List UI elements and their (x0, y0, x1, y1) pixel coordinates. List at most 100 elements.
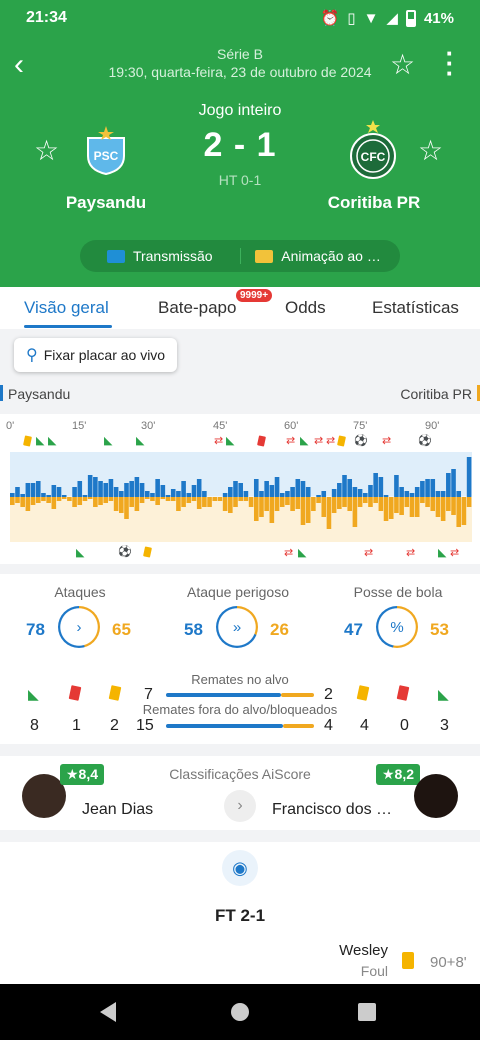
minute-label: 90' (425, 420, 440, 432)
away-pressure-bar (461, 497, 467, 525)
nav-home-icon[interactable] (231, 1003, 249, 1021)
away-pressure-bar (279, 497, 285, 507)
tab-odds[interactable]: Odds (285, 298, 326, 318)
away-pressure-bar (352, 497, 358, 527)
home-player-name[interactable]: Jean Dias (82, 801, 153, 819)
more-menu-icon[interactable]: · · · (440, 40, 460, 86)
yellow-card-icon (337, 435, 346, 449)
favorite-away-star-icon[interactable]: ☆ (418, 134, 443, 167)
tab-statistics[interactable]: Estatísticas (372, 298, 459, 318)
away-red-cards: 0 (400, 717, 409, 734)
home-crest-text: PSC (94, 149, 119, 163)
home-pressure-bar (368, 485, 373, 497)
away-pressure-bar (51, 497, 57, 509)
away-pressure-bar (124, 497, 129, 519)
pin-icon: ⚲ (26, 347, 38, 364)
away-pressure-bar (129, 497, 134, 507)
away-team-name[interactable]: Coritiba PR (306, 193, 442, 213)
away-crest-text: CFC (361, 150, 386, 164)
ratings-arrow-button[interactable]: › (224, 790, 256, 822)
home-pressure-bar (87, 475, 93, 497)
favorite-home-star-icon[interactable]: ☆ (34, 134, 59, 167)
home-pressure-bar (15, 487, 20, 497)
shots-off-home-bar (166, 724, 283, 728)
home-team-name[interactable]: Paysandu (40, 193, 172, 213)
away-team-crest[interactable]: CFC (348, 118, 398, 180)
home-yellow-cards: 2 (110, 717, 119, 734)
home-pressure-bar (451, 469, 456, 497)
nav-back-icon[interactable] (100, 1002, 116, 1022)
yellow-card-icon (143, 546, 152, 560)
timeline-home-label: Paysandu (8, 386, 71, 402)
home-pressure-bar (238, 483, 243, 497)
away-pressure-bar (440, 497, 446, 521)
away-pressure-bar (181, 497, 186, 507)
away-pressure-bar (98, 497, 103, 505)
away-pressure-bar (362, 497, 368, 503)
away-pressure-bar (61, 497, 67, 499)
home-pressure-bar (466, 457, 472, 497)
away-pressure-bar (155, 497, 160, 505)
yellow-card-icon (402, 952, 414, 969)
away-pressure-bar (15, 497, 20, 503)
home-pressure-bar (259, 491, 264, 497)
match-momentum-timeline[interactable]: 0' 15' 30' 45' 60' 75' 90' ◣ ◣ ◣ ◣ ⇄ ◣ ⇄… (0, 414, 480, 564)
shots-off-target-label: Remates fora do alvo/bloqueados (142, 702, 338, 717)
home-pressure-bar (51, 485, 57, 497)
red-card-icon (257, 435, 266, 449)
stream-button[interactable]: Transmissão (80, 248, 240, 264)
home-pressure-bar (191, 485, 197, 497)
home-pressure-bar (233, 481, 238, 497)
live-animation-button[interactable]: Animação ao vivo (239, 248, 401, 264)
away-pressure-bar (337, 497, 342, 509)
home-pressure-bar (20, 494, 25, 497)
home-red-card-icon (68, 685, 82, 705)
home-pressure-bar (425, 479, 430, 497)
home-pressure-bar (290, 487, 295, 497)
home-pressure-bar (295, 479, 301, 497)
away-pressure-bar (248, 497, 254, 507)
away-pressure-bar (139, 497, 145, 503)
home-pressure-bar (160, 485, 166, 497)
substitution-icon: ⇄ (314, 435, 324, 447)
away-shots-off-target: 4 (324, 717, 333, 734)
aiscore-ratings[interactable]: ★8,4 Jean Dias Classificações AiScore › … (0, 756, 480, 830)
tab-chat[interactable]: Bate-papo (158, 298, 236, 318)
home-pressure-bar (113, 487, 119, 497)
away-player-avatar[interactable] (414, 774, 458, 818)
home-team-crest[interactable]: PSC (84, 124, 128, 176)
away-player-name[interactable]: Francisco dos Santos (272, 801, 398, 819)
active-tab-indicator (24, 325, 112, 328)
corner-icon: ◣ (300, 435, 309, 447)
home-pressure-bar (342, 475, 347, 497)
final-score: FT 2-1 (214, 906, 266, 925)
away-pressure-bar (165, 497, 171, 501)
home-pressure-bar (305, 487, 311, 497)
away-pressure-bar (119, 497, 124, 513)
corner-icon: ◣ (76, 547, 85, 559)
away-pressure-bar (321, 497, 327, 517)
away-pressure-bar (456, 497, 462, 527)
goal-icon: ⚽ (354, 435, 368, 447)
away-yellow-cards: 4 (360, 717, 369, 734)
away-pressure-bar (316, 497, 321, 503)
away-pressure-bar (134, 497, 140, 511)
tab-overview[interactable]: Visão geral (24, 298, 109, 318)
away-pressure-bar (451, 497, 456, 515)
pin-live-score-button[interactable]: ⚲ Fixar placar ao vivo (14, 338, 178, 372)
away-pressure-bar (404, 497, 410, 507)
home-pressure-bar (82, 495, 88, 497)
home-pressure-bar (129, 481, 134, 497)
vibrate-icon: ▯ (347, 10, 356, 27)
favorite-match-star-icon[interactable]: ☆ (390, 48, 415, 81)
shots-on-target-label: Remates no alvo (191, 672, 289, 687)
corner-icon: ◣ (298, 547, 307, 559)
minute-label: 15' (72, 420, 87, 432)
away-pressure-bar (388, 497, 394, 519)
substitution-icon: ⇄ (214, 435, 224, 447)
away-pressure-bar (46, 497, 51, 503)
pitch-icon (255, 249, 274, 263)
nav-recents-icon[interactable] (358, 1003, 376, 1021)
home-pressure-bar (25, 483, 31, 497)
timeline-away-label: Coritiba PR (400, 386, 472, 402)
